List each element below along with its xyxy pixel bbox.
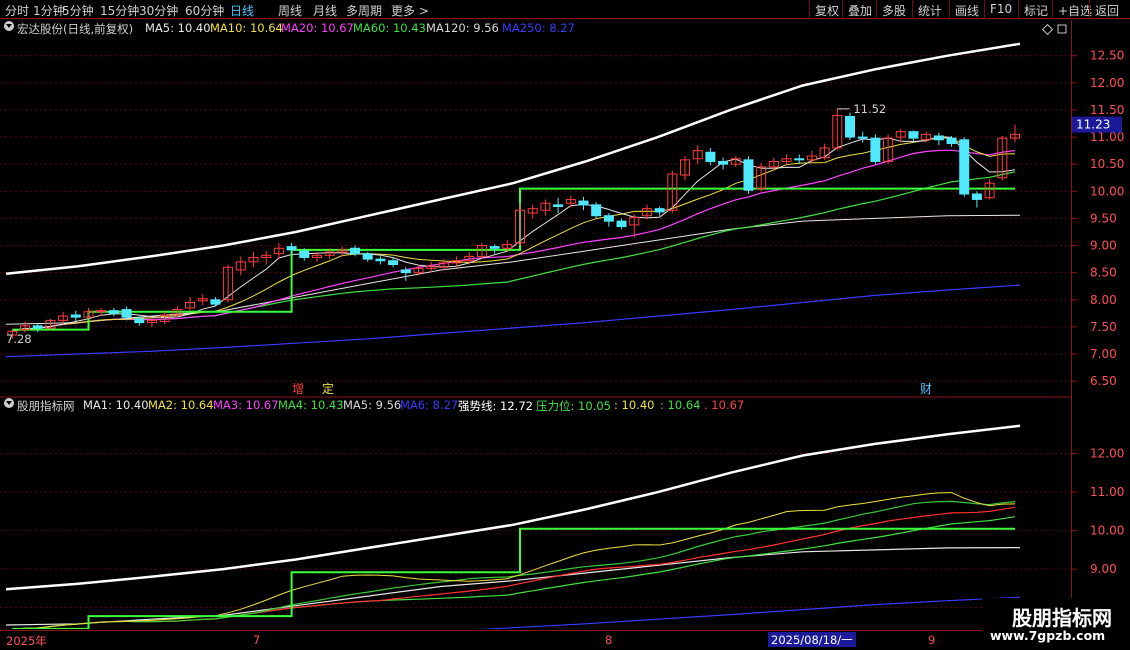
candle-body bbox=[908, 131, 919, 139]
watermark-url: www.7gpzb.com bbox=[990, 628, 1106, 643]
period-tab-6[interactable]: 日线 bbox=[230, 2, 254, 19]
candle-body bbox=[400, 269, 411, 274]
ma20-line bbox=[12, 149, 1016, 332]
period-tab-8[interactable]: 月线 bbox=[313, 2, 337, 19]
ma2-line bbox=[15, 492, 1016, 629]
price-axis-column bbox=[1071, 20, 1130, 630]
candlestick-chart[interactable]: 6.507.007.508.008.509.009.5010.0010.5011… bbox=[0, 20, 1130, 398]
toolbar-button-0[interactable]: 复权 bbox=[815, 2, 839, 19]
candle-body bbox=[375, 258, 386, 262]
ma5-line bbox=[12, 135, 1016, 332]
ma120-line bbox=[5, 214, 1021, 325]
candle-body bbox=[32, 325, 43, 329]
period-tab-0[interactable]: 分时 bbox=[5, 2, 29, 19]
toolbar-button-5[interactable]: F10 bbox=[990, 2, 1012, 16]
toolbar-separator bbox=[842, 0, 843, 19]
ma250-line bbox=[5, 284, 1021, 358]
candle-body bbox=[705, 151, 716, 162]
toolbar-separator bbox=[949, 0, 950, 19]
diamond-icon bbox=[1041, 23, 1054, 36]
square-icon bbox=[1057, 24, 1067, 34]
candle-body bbox=[946, 137, 957, 145]
event-marker-cai: 财 bbox=[920, 382, 932, 396]
ma3-line bbox=[14, 500, 1016, 629]
candle-body bbox=[933, 135, 944, 141]
period-tab-7[interactable]: 周线 bbox=[278, 2, 302, 19]
year-label: 2025年 bbox=[6, 634, 47, 648]
high-label: 11.52 bbox=[853, 102, 886, 116]
candle-body bbox=[121, 309, 132, 318]
month-label-8: 8 bbox=[605, 633, 613, 647]
toolbar-separator bbox=[912, 0, 913, 19]
toolbar-separator bbox=[1052, 0, 1053, 19]
indicator-line-0 bbox=[5, 424, 1021, 591]
candle-body bbox=[362, 253, 373, 260]
candle-body bbox=[857, 136, 868, 139]
candle-body bbox=[794, 158, 805, 161]
candle-body bbox=[743, 159, 754, 191]
candle-body bbox=[845, 115, 856, 138]
period-tab-10[interactable]: 更多 > bbox=[391, 2, 429, 19]
toolbar-separator bbox=[809, 0, 810, 19]
candle-body bbox=[299, 250, 310, 258]
candle-body bbox=[553, 204, 564, 207]
toolbar-button-6[interactable]: 标记 bbox=[1024, 2, 1048, 19]
cursor-date-box: 2025/08/18/一 bbox=[768, 632, 856, 647]
toolbar-button-4[interactable]: 画线 bbox=[955, 2, 979, 19]
date-axis: 2025年 7 8 9 2025/08/18/一 bbox=[0, 630, 1071, 650]
candle-body bbox=[654, 208, 665, 213]
period-tab-9[interactable]: 多周期 bbox=[346, 2, 382, 19]
candle-body bbox=[388, 260, 399, 266]
candle-body bbox=[286, 246, 297, 251]
candle-body bbox=[134, 318, 145, 324]
period-tab-2[interactable]: 5分钟 bbox=[62, 2, 94, 19]
pressure-line bbox=[12, 187, 1015, 331]
period-tab-4[interactable]: 30分钟 bbox=[139, 2, 178, 19]
indicator-chart[interactable]: 8.009.0010.0011.0012.00 bbox=[0, 397, 1130, 629]
toolbar-button-2[interactable]: 多股 bbox=[882, 2, 906, 19]
candle-body bbox=[616, 220, 627, 228]
candle-body bbox=[108, 310, 119, 314]
candle-body bbox=[870, 137, 881, 162]
event-marker-zeng: 增 bbox=[292, 382, 304, 396]
candle-body bbox=[489, 246, 500, 249]
toolbar-button-1[interactable]: 叠加 bbox=[848, 2, 872, 19]
toolbar-separator bbox=[1089, 0, 1090, 19]
event-marker-ding: 定 bbox=[322, 381, 334, 396]
period-tab-5[interactable]: 60分钟 bbox=[185, 2, 224, 19]
toolbar-button-3[interactable]: 统计 bbox=[918, 2, 942, 19]
candle-body bbox=[210, 299, 221, 305]
strength-line bbox=[5, 42, 1021, 276]
candle-body bbox=[350, 247, 361, 255]
candle-body bbox=[603, 215, 614, 222]
month-label-9: 9 bbox=[928, 633, 936, 647]
period-toolbar: 分时 1分钟 5分钟 15分钟 30分钟 60分钟 日线 周线 月线 多周期 更多 > 复权 叠加 多股统… bbox=[0, 0, 1130, 19]
candle-body bbox=[971, 193, 982, 200]
toolbar-separator bbox=[1018, 0, 1019, 19]
period-tab-1[interactable]: 1分钟 bbox=[33, 2, 65, 19]
candle-body bbox=[578, 200, 589, 206]
candle-body bbox=[591, 204, 602, 217]
indicator-line-1 bbox=[5, 547, 1021, 626]
toolbar-button-7[interactable]: +自选 bbox=[1058, 2, 1092, 19]
low-label: 7.28 bbox=[6, 332, 32, 346]
ma60-line bbox=[12, 171, 1016, 332]
toolbar-separator bbox=[876, 0, 877, 19]
indicator-line-2 bbox=[477, 596, 1021, 629]
pressure-line bbox=[12, 527, 1015, 629]
toolbar-separator bbox=[984, 0, 985, 19]
ma10-line bbox=[12, 137, 1016, 332]
watermark: 股朋指标网 www.7gpzb.com bbox=[982, 598, 1130, 650]
candle-body bbox=[959, 139, 970, 195]
month-label-7: 7 bbox=[253, 633, 261, 647]
watermark-title: 股朋指标网 bbox=[1012, 606, 1112, 630]
candle-body bbox=[70, 314, 81, 318]
period-tab-3[interactable]: 15分钟 bbox=[100, 2, 139, 19]
candle-body bbox=[718, 160, 729, 165]
toolbar-button-8[interactable]: 返回 bbox=[1095, 2, 1119, 19]
